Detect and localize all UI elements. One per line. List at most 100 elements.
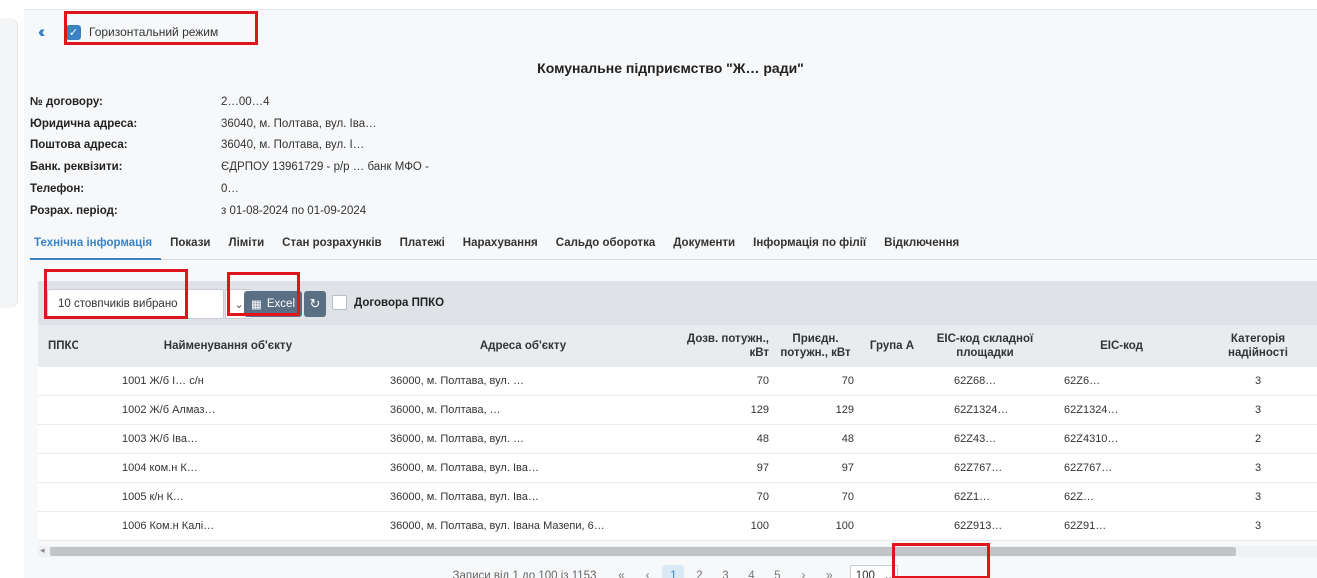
info-label: Телефон: (30, 183, 85, 196)
cell-eic: 62Z91… (1064, 520, 1107, 532)
info-value: 36040, м. Полтава, вул. І… (221, 139, 365, 152)
cell-eic-site: 62Z1324… (954, 404, 1009, 416)
header-eic[interactable]: ЕІС-код (1044, 340, 1199, 352)
cell-name: 1004 ком.н К… (122, 462, 198, 474)
table-row[interactable]: 1001 Ж/б І… с/н 36000, м. Полтава, вул. … (38, 367, 1317, 396)
header-allowed-power-text: Дозв. потужн., кВт (686, 333, 769, 359)
tab-branch-info[interactable]: Інформація по філії (744, 234, 875, 260)
page-2-button[interactable]: 2 (688, 565, 710, 578)
table-row[interactable]: 1005 к/н К… 36000, м. Полтава, вул. Іва…… (38, 483, 1317, 512)
tab-settlements[interactable]: Стан розрахунків (273, 234, 390, 260)
cell-reliability: 3 (1254, 491, 1262, 503)
tab-bar: Технічна інформація Покази Ліміти Стан р… (30, 234, 1317, 260)
scrollbar-thumb[interactable] (50, 547, 1236, 556)
cell-reliability: 3 (1254, 520, 1262, 532)
cell-connected-power: 70 (841, 491, 854, 503)
cell-allowed-power: 100 (750, 520, 769, 532)
info-label: Поштова адреса: (30, 139, 128, 152)
table-row[interactable]: 1002 Ж/б Алмаз… 36000, м. Полтава, … 129… (38, 396, 1317, 425)
cell-name: 1005 к/н К… (122, 491, 184, 503)
info-value: 36040, м. Полтава, вул. Іва… (221, 117, 377, 130)
columns-select-value: 10 стовпчиків вибрано (58, 298, 178, 310)
page-size-select[interactable]: 100 ⌄ (850, 564, 899, 578)
info-value: з 01-08-2024 по 01-09-2024 (221, 204, 367, 217)
side-panel-edge (0, 18, 18, 308)
cell-eic-site: 62Z68… (954, 375, 997, 387)
cell-allowed-power: 48 (756, 433, 769, 445)
tab-payments[interactable]: Платежі (391, 234, 454, 260)
chevron-down-icon: ⌄ (883, 570, 894, 578)
tab-balance[interactable]: Сальдо оборотка (547, 234, 664, 260)
page-3-button[interactable]: 3 (714, 565, 736, 578)
contract-info: № договору: 2…00…4 Юридична адреса: 3604… (30, 91, 429, 222)
excel-file-icon: ▦ (251, 299, 262, 311)
tab-disconnections[interactable]: Відключення (875, 234, 968, 260)
cell-eic-site: 62Z1… (954, 491, 991, 503)
records-info: Записи від 1 до 100 із 1153 (452, 569, 597, 578)
info-row-postal-address: Поштова адреса: 36040, м. Полтава, вул. … (30, 135, 429, 157)
prev-page-button[interactable]: ‹ (636, 565, 658, 578)
tab-technical-info[interactable]: Технічна інформація (30, 234, 162, 260)
cell-name: 1003 Ж/б Іва… (122, 433, 198, 445)
header-address[interactable]: Адреса об'єкту (378, 340, 668, 352)
page-title: Комунальне підприємство "Ж… ради" (537, 60, 804, 76)
cell-allowed-power: 129 (750, 404, 769, 416)
cell-address: 36000, м. Полтава, вул. Іва… (390, 462, 539, 474)
refresh-icon: ↻ (309, 296, 321, 311)
table-row[interactable]: 1003 Ж/б Іва… 36000, м. Полтава, вул. … … (38, 425, 1317, 454)
cell-connected-power: 70 (841, 375, 854, 387)
table-row[interactable]: 1006 Ком.н Калі… 36000, м. Полтава, вул.… (38, 512, 1317, 541)
scroll-left-icon[interactable]: ◂ (40, 545, 45, 556)
refresh-button[interactable]: ↻ (304, 291, 326, 317)
horizontal-scrollbar[interactable]: ◂ (38, 545, 1317, 557)
cell-address: 36000, м. Полтава, вул. … (390, 375, 524, 387)
first-page-button[interactable]: « (610, 565, 632, 578)
cell-name: 1002 Ж/б Алмаз… (122, 404, 216, 416)
page-4-button[interactable]: 4 (740, 565, 762, 578)
tab-charges[interactable]: Нарахування (454, 234, 547, 260)
header-allowed-power[interactable]: Дозв. потужн., кВт (668, 332, 773, 360)
header-group-a[interactable]: Група А (858, 340, 926, 352)
double-chevron-left-icon[interactable]: ‹‹ (38, 22, 58, 42)
cell-address: 36000, м. Полтава, … (390, 404, 501, 416)
columns-select[interactable]: 10 стовпчиків вибрано ⌄ (47, 289, 253, 319)
info-row-period: Розрах. період: з 01-08-2024 по 01-09-20… (30, 200, 429, 222)
excel-button-label: Excel (266, 298, 295, 310)
header-eic-site[interactable]: ЕІС-код складної площадки (926, 332, 1044, 360)
header-name[interactable]: Найменування об'єкту (78, 340, 378, 352)
tab-documents[interactable]: Документи (664, 234, 744, 260)
page-5-button[interactable]: 5 (766, 565, 788, 578)
ppko-checkbox[interactable] (332, 295, 347, 310)
table-row[interactable]: 1004 ком.н К… 36000, м. Полтава, вул. Ів… (38, 454, 1317, 483)
cell-name: 1001 Ж/б І… с/н (122, 375, 204, 387)
cell-address: 36000, м. Полтава, вул. Іва… (390, 491, 539, 503)
info-label: Юридична адреса: (30, 117, 138, 130)
cell-eic-site: 62Z767… (954, 462, 1003, 474)
last-page-button[interactable]: » (818, 565, 840, 578)
header-ppko[interactable]: ППКО (38, 340, 78, 352)
page-size-value: 100 (855, 569, 875, 578)
cell-eic: 62Z6… (1064, 375, 1101, 387)
cell-connected-power: 97 (841, 462, 854, 474)
objects-table: ППКО Найменування об'єкту Адреса об'єкту… (38, 325, 1317, 541)
info-value: 0… (221, 183, 239, 196)
tab-readings[interactable]: Покази (161, 234, 219, 260)
ppko-filter[interactable]: Договора ППКО (332, 295, 444, 310)
next-page-button[interactable]: › (792, 565, 814, 578)
header-connected-power[interactable]: Приєдн. потужн., кВт (773, 332, 858, 360)
cell-reliability: 3 (1254, 462, 1262, 474)
horizontal-mode-checkbox[interactable]: ✓ (66, 24, 81, 40)
excel-export-button[interactable]: ▦ Excel (244, 291, 302, 317)
cell-name: 1006 Ком.н Калі… (122, 520, 215, 532)
cell-connected-power: 48 (841, 433, 854, 445)
cell-eic: 62Z767… (1064, 462, 1113, 474)
table-toolbar: 10 стовпчиків вибрано ⌄ ▦ Excel ↻ Догово… (38, 281, 1317, 325)
info-value: ЄДРПОУ 13961729 - р/р … банк МФО - (221, 161, 429, 174)
pagination: Записи від 1 до 100 із 1153 « ‹ 1 2 3 4 … (24, 563, 1317, 578)
header-reliability[interactable]: Категорія надійності (1199, 332, 1317, 360)
topbar: ‹‹ ✓ Горизонтальний режим (38, 21, 218, 43)
cell-eic-site: 62Z913… (954, 520, 1003, 532)
cell-connected-power: 100 (835, 520, 854, 532)
tab-limits[interactable]: Ліміти (220, 234, 274, 260)
page-1-button[interactable]: 1 (662, 564, 685, 578)
